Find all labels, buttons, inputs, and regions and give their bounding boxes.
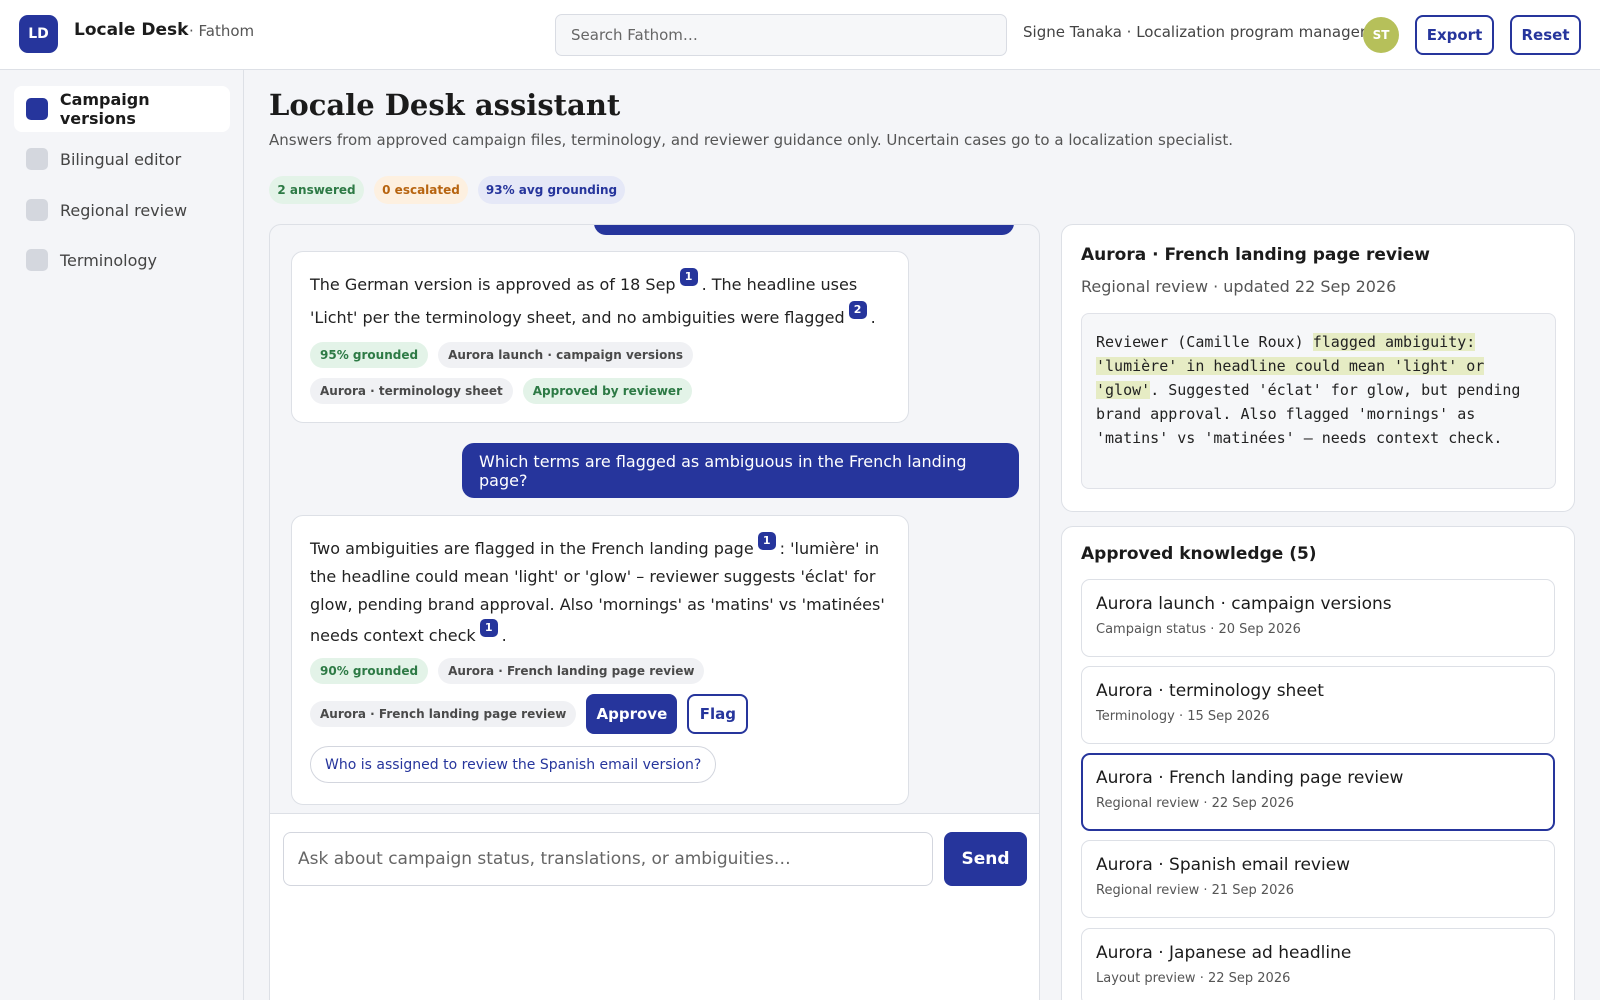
assistant-answer: Two ambiguities are flagged in the Frenc… xyxy=(291,515,909,805)
knowledge-item-selected[interactable]: Aurora · French landing page review Regi… xyxy=(1081,753,1555,831)
answer-text: The German version is approved as of 18 … xyxy=(310,268,876,327)
sidebar-item-label: Regional review xyxy=(60,200,188,220)
page-subtitle: Answers from approved campaign files, te… xyxy=(269,131,1233,149)
message-input[interactable] xyxy=(298,849,932,869)
citation-marker[interactable]: 1 xyxy=(757,532,776,550)
citation-marker[interactable]: 1 xyxy=(479,619,498,637)
flag-button[interactable]: Flag xyxy=(687,694,749,734)
sidebar-item-label: Terminology xyxy=(60,250,158,270)
citation-marker[interactable]: 2 xyxy=(848,301,867,319)
user-question-bubble: Which terms are flagged as ambiguous in … xyxy=(462,443,1019,498)
app-logo: LD xyxy=(19,15,58,53)
nav-square-icon xyxy=(26,199,48,221)
export-button[interactable]: Export xyxy=(1415,15,1494,55)
answer-tags: 95% grounded Aurora launch · campaign ve… xyxy=(310,342,890,404)
suggested-question-chip[interactable]: Who is assigned to review the Spanish em… xyxy=(310,746,717,783)
nav-square-icon xyxy=(26,98,48,120)
knowledge-title: Approved knowledge (5) xyxy=(1081,544,1317,564)
source-detail-title: Aurora · French landing page review xyxy=(1081,245,1431,265)
source-detail-card: Aurora · French landing page review Regi… xyxy=(1061,224,1575,512)
composer-field[interactable] xyxy=(283,832,933,886)
reset-button[interactable]: Reset xyxy=(1510,15,1581,55)
answer-tags: 90% grounded Aurora · French landing pag… xyxy=(310,658,890,734)
grounded-badge: 95% grounded xyxy=(310,342,429,368)
search-input[interactable] xyxy=(571,26,1006,44)
knowledge-item-meta: Layout preview · 22 Sep 2026 xyxy=(1096,971,1291,986)
knowledge-item[interactable]: Aurora launch · campaign versions Campai… xyxy=(1081,579,1555,657)
previous-question-bubble xyxy=(594,225,1014,235)
sidebar-item-terminology[interactable]: Terminology xyxy=(14,237,230,283)
approve-button[interactable]: Approve xyxy=(586,694,678,734)
search-box[interactable] xyxy=(555,14,1007,56)
knowledge-item[interactable]: Aurora · terminology sheet Terminology ·… xyxy=(1081,666,1555,744)
approved-status-badge: Approved by reviewer xyxy=(522,378,692,404)
knowledge-item-title: Aurora launch · campaign versions xyxy=(1096,594,1392,614)
nav-square-icon xyxy=(26,249,48,271)
knowledge-item[interactable]: Aurora · Japanese ad headline Layout pre… xyxy=(1081,928,1555,1000)
escalated-badge: 0 escalated xyxy=(374,176,468,204)
assistant-answer: The German version is approved as of 18 … xyxy=(291,251,909,423)
sidebar-item-label: Bilingual editor xyxy=(60,149,182,169)
citation-marker[interactable]: 1 xyxy=(679,268,698,286)
source-excerpt: Reviewer (Camille Roux) flagged ambiguit… xyxy=(1081,313,1556,489)
avatar[interactable]: ST xyxy=(1363,17,1399,53)
sidebar-item-bilingual-editor[interactable]: Bilingual editor xyxy=(14,136,230,182)
nav-square-icon xyxy=(26,148,48,170)
knowledge-item-meta: Regional review · 21 Sep 2026 xyxy=(1096,883,1294,898)
source-detail-meta: Regional review · updated 22 Sep 2026 xyxy=(1081,277,1397,296)
grounded-badge: 90% grounded xyxy=(310,658,429,684)
org-name: · Fathom xyxy=(189,22,255,40)
composer-footer xyxy=(270,923,1039,1000)
source-chip[interactable]: Aurora · French landing page review xyxy=(310,701,577,727)
chat-panel: The German version is approved as of 18 … xyxy=(269,224,1040,1000)
answer-text: Two ambiguities are flagged in the Frenc… xyxy=(310,532,885,645)
knowledge-item[interactable]: Aurora · Spanish email review Regional r… xyxy=(1081,840,1555,918)
app-name: Locale Desk xyxy=(74,20,189,40)
knowledge-item-title: Aurora · Spanish email review xyxy=(1096,855,1351,875)
sidebar-item-regional-review[interactable]: Regional review xyxy=(14,187,230,233)
knowledge-item-title: Aurora · Japanese ad headline xyxy=(1096,943,1352,963)
user-info: Signe Tanaka · Localization program mana… xyxy=(1023,23,1367,41)
knowledge-item-title: Aurora · French landing page review xyxy=(1096,768,1404,788)
approved-knowledge-panel: Approved knowledge (5) Aurora launch · c… xyxy=(1061,526,1575,1000)
sidebar-item-campaign-versions[interactable]: Campaign versions xyxy=(14,86,230,132)
composer: Send xyxy=(270,813,1039,923)
source-chip[interactable]: Aurora · French landing page review xyxy=(438,658,705,684)
answered-badge: 2 answered xyxy=(269,176,364,204)
top-header: LD Locale Desk · Fathom Signe Tanaka · L… xyxy=(0,0,1600,70)
page-title: Locale Desk assistant xyxy=(269,88,621,122)
sidebar-item-label: Campaign versions xyxy=(59,90,150,128)
knowledge-item-meta: Regional review · 22 Sep 2026 xyxy=(1096,796,1294,811)
grounding-badge: 93% avg grounding xyxy=(478,176,625,204)
source-chip[interactable]: Aurora launch · campaign versions xyxy=(438,342,694,368)
knowledge-item-title: Aurora · terminology sheet xyxy=(1096,681,1324,701)
knowledge-item-meta: Campaign status · 20 Sep 2026 xyxy=(1096,622,1301,637)
source-chip[interactable]: Aurora · terminology sheet xyxy=(310,378,513,404)
send-button[interactable]: Send xyxy=(944,832,1027,886)
knowledge-item-meta: Terminology · 15 Sep 2026 xyxy=(1096,709,1270,724)
sidebar: Campaign versions Bilingual editor Regio… xyxy=(0,70,244,1000)
